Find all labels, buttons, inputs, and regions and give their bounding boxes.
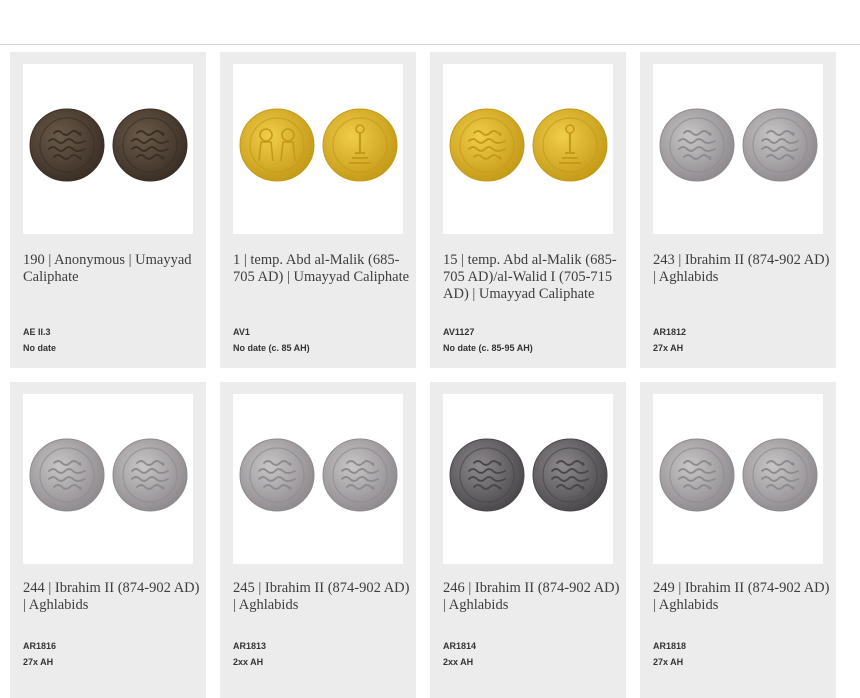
coin-obverse [239, 438, 315, 512]
coin-title[interactable]: 246 | Ibrahim II (874-902 AD) | Aghlabid… [443, 580, 621, 614]
coin-obverse [659, 108, 735, 182]
coin-title[interactable]: 243 | Ibrahim II (874-902 AD) | Aghlabid… [653, 252, 831, 286]
coin-reference: AR1813 [233, 641, 267, 651]
coin-image[interactable] [653, 394, 823, 564]
coin-date: 27x AH [653, 343, 684, 353]
coin-card[interactable]: 1 | temp. Abd al-Malik (685-705 AD) | Um… [220, 52, 416, 368]
coin-reference: AR1814 [443, 641, 477, 651]
coin-image[interactable] [233, 394, 403, 564]
coin-reference: AV1127 [443, 327, 475, 337]
coin-reverse [112, 438, 188, 512]
coin-reference: AV1 [233, 327, 250, 337]
coin-image[interactable] [443, 64, 613, 234]
coin-title[interactable]: 245 | Ibrahim II (874-902 AD) | Aghlabid… [233, 580, 411, 614]
coin-reverse [742, 438, 818, 512]
coin-date: 2xx AH [443, 657, 474, 667]
coin-reverse [742, 108, 818, 182]
coin-card[interactable]: 245 | Ibrahim II (874-902 AD) | Aghlabid… [220, 382, 416, 698]
coin-pair-image [449, 438, 608, 512]
coin-reference: AR1816 [23, 641, 57, 651]
coin-date: No date [23, 343, 57, 353]
coin-reverse [322, 438, 398, 512]
coin-obverse [449, 108, 525, 182]
coin-card[interactable]: 190 | Anonymous | Umayyad Caliphate AE I… [10, 52, 206, 368]
coin-image[interactable] [653, 64, 823, 234]
coin-reverse [322, 108, 398, 182]
coin-obverse [449, 438, 525, 512]
coin-obverse [29, 438, 105, 512]
coin-reverse [532, 438, 608, 512]
coin-date: 27x AH [23, 657, 54, 667]
coin-pair-image [659, 438, 818, 512]
coin-reference: AR1812 [653, 327, 687, 337]
coin-title[interactable]: 190 | Anonymous | Umayyad Caliphate [23, 252, 201, 286]
coin-grid: 190 | Anonymous | Umayyad Caliphate AE I… [10, 52, 836, 698]
coin-date: 27x AH [653, 657, 684, 667]
coin-image[interactable] [23, 64, 193, 234]
coin-image[interactable] [443, 394, 613, 564]
coin-pair-image [449, 108, 608, 182]
coin-card[interactable]: 249 | Ibrahim II (874-902 AD) | Aghlabid… [640, 382, 836, 698]
coin-reference: AE II.3 [23, 327, 51, 337]
coin-reference: AR1818 [653, 641, 687, 651]
coin-image[interactable] [233, 64, 403, 234]
coin-title[interactable]: 249 | Ibrahim II (874-902 AD) | Aghlabid… [653, 580, 831, 614]
top-bar [0, 0, 860, 45]
coin-obverse [29, 108, 105, 182]
coin-card[interactable]: 246 | Ibrahim II (874-902 AD) | Aghlabid… [430, 382, 626, 698]
coin-reverse [112, 108, 188, 182]
coin-pair-image [239, 438, 398, 512]
coin-pair-image [239, 108, 398, 182]
coin-card[interactable]: 243 | Ibrahim II (874-902 AD) | Aghlabid… [640, 52, 836, 368]
coin-obverse [659, 438, 735, 512]
coin-title[interactable]: 244 | Ibrahim II (874-902 AD) | Aghlabid… [23, 580, 201, 614]
coin-title[interactable]: 1 | temp. Abd al-Malik (685-705 AD) | Um… [233, 252, 411, 286]
coin-date: 2xx AH [233, 657, 264, 667]
coin-obverse [239, 108, 315, 182]
coin-card[interactable]: 244 | Ibrahim II (874-902 AD) | Aghlabid… [10, 382, 206, 698]
coin-title[interactable]: 15 | temp. Abd al-Malik (685-705 AD)/al-… [443, 252, 621, 303]
coin-image[interactable] [23, 394, 193, 564]
coin-pair-image [29, 438, 188, 512]
coin-card[interactable]: 15 | temp. Abd al-Malik (685-705 AD)/al-… [430, 52, 626, 368]
coin-pair-image [29, 108, 188, 182]
coin-pair-image [659, 108, 818, 182]
coin-reverse [532, 108, 608, 182]
coin-date: No date (c. 85 AH) [233, 343, 310, 353]
coin-date: No date (c. 85-95 AH) [443, 343, 533, 353]
